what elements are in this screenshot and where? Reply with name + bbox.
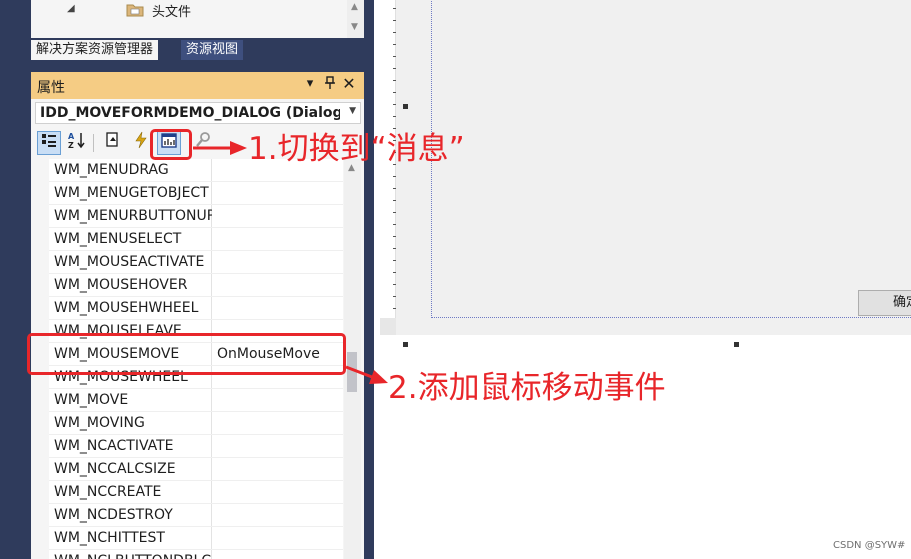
resize-handle[interactable] <box>734 342 739 347</box>
chevron-down-icon[interactable]: ▼ <box>349 106 356 116</box>
annotation-step2: 2.添加鼠标移动事件 <box>388 370 666 406</box>
dialog-canvas[interactable]: 确定 <box>396 0 911 335</box>
property-pages-button[interactable] <box>101 131 125 155</box>
watermark: CSDN @SYW# <box>833 540 906 551</box>
grid-row[interactable]: WM_MENUGETOBJECT <box>49 182 343 205</box>
screenshot-root: ◢ 头文件 ▲ ▼ 解决方案资源管理器 资源视图 属性 ▾ ✕ IDD_MOVE… <box>0 0 911 559</box>
object-selector-value: IDD_MOVEFORMDEMO_DIALOG (Dialog <box>40 105 340 121</box>
resize-handle[interactable] <box>403 104 408 109</box>
message-name: WM_NCACTIVATE <box>54 438 174 454</box>
message-name: WM_MENURBUTTONUP <box>54 208 212 224</box>
svg-text:A: A <box>68 132 75 141</box>
message-name: WM_MENUSELECT <box>54 231 182 247</box>
message-name: WM_MOUSEHOVER <box>54 277 188 293</box>
grid-row[interactable]: WM_MOVE <box>49 389 343 412</box>
grid-row[interactable]: WM_NCDESTROY <box>49 504 343 527</box>
overrides-icon <box>196 132 210 147</box>
grid-row[interactable]: WM_NCCREATE <box>49 481 343 504</box>
annotation-step1: 1.切换到“消息” <box>248 131 465 167</box>
grid-row[interactable]: WM_MOUSEHOVER <box>49 274 343 297</box>
tree-scrollbar[interactable]: ▲ ▼ <box>347 0 364 38</box>
resize-handle[interactable] <box>403 342 408 347</box>
collapse-arrow-icon[interactable]: ◢ <box>67 3 75 14</box>
grid-row[interactable]: WM_MENURBUTTONUP <box>49 205 343 228</box>
message-name: WM_NCCREATE <box>54 484 162 500</box>
pin-icon[interactable] <box>321 76 339 94</box>
grid-row[interactable]: WM_MOVING <box>49 412 343 435</box>
alphabetical-icon: A Z <box>68 132 85 150</box>
svg-text:Z: Z <box>68 141 74 149</box>
categorized-icon <box>42 134 56 147</box>
message-name: WM_NCCALCSIZE <box>54 461 176 477</box>
pin-shape <box>325 76 335 89</box>
scrollbar-thumb[interactable] <box>347 352 357 392</box>
object-selector[interactable]: IDD_MOVEFORMDEMO_DIALOG (Dialog ▼ <box>35 102 361 124</box>
message-name: WM_NCLBUTTONDBLCLK <box>54 553 212 559</box>
folder-icon <box>126 4 144 17</box>
window-position-dropdown-icon[interactable]: ▾ <box>301 76 319 91</box>
scroll-down-icon[interactable]: ▼ <box>351 22 358 32</box>
overrides-button[interactable] <box>191 131 215 155</box>
ruler-scroll-corner[interactable] <box>380 318 396 335</box>
solution-tree[interactable]: ◢ 头文件 ▲ ▼ <box>31 0 364 38</box>
grid-row[interactable]: WM_MENUSELECT <box>49 228 343 251</box>
dialog-margin-guide <box>431 0 911 318</box>
message-name: WM_MENUDRAG <box>54 162 169 178</box>
property-pages-icon <box>106 132 118 147</box>
tree-item-label: 头文件 <box>152 5 192 20</box>
tab-resource-view[interactable]: 资源视图 <box>181 40 244 60</box>
lightning-icon <box>135 131 147 149</box>
message-name: WM_NCHITTEST <box>54 530 165 546</box>
annotation-box-messages <box>150 129 192 160</box>
tab-solution-explorer[interactable]: 解决方案资源管理器 <box>31 40 159 60</box>
alphabetical-button[interactable]: A Z <box>65 131 89 155</box>
explorer-tabs: 解决方案资源管理器 资源视图 <box>31 38 364 62</box>
grid-row[interactable]: WM_NCLBUTTONDBLCLK <box>49 550 343 559</box>
dialog-design-surface[interactable]: 确定 <box>374 0 911 559</box>
categorized-button[interactable] <box>37 131 61 155</box>
message-name: WM_MOUSEACTIVATE <box>54 254 205 270</box>
message-name: WM_MENUGETOBJECT <box>54 185 209 201</box>
grid-row[interactable]: WM_NCHITTEST <box>49 527 343 550</box>
message-name: WM_NCDESTROY <box>54 507 173 523</box>
properties-title: 属性 <box>37 80 65 96</box>
scroll-up-icon[interactable]: ▲ <box>351 2 358 12</box>
annotation-box-mousemove <box>27 333 346 375</box>
grid-scrollbar[interactable]: ▲ <box>344 159 361 559</box>
close-icon[interactable]: ✕ <box>340 74 358 93</box>
grid-row[interactable]: WM_MOUSEHWHEEL <box>49 297 343 320</box>
grid-row[interactable]: WM_NCCALCSIZE <box>49 458 343 481</box>
properties-header: 属性 ▾ ✕ <box>31 72 364 99</box>
toolbar-separator <box>93 134 94 152</box>
message-name: WM_MOUSEHWHEEL <box>54 300 199 316</box>
grid-row[interactable]: WM_NCACTIVATE <box>49 435 343 458</box>
grid-row[interactable]: WM_MOUSEACTIVATE <box>49 251 343 274</box>
message-name: WM_MOVING <box>54 415 145 431</box>
message-name: WM_MOVE <box>54 392 129 408</box>
dock-splitter[interactable] <box>364 0 374 559</box>
tree-item-headers[interactable]: ◢ 头文件 <box>31 0 347 20</box>
ok-button[interactable]: 确定 <box>858 290 911 316</box>
